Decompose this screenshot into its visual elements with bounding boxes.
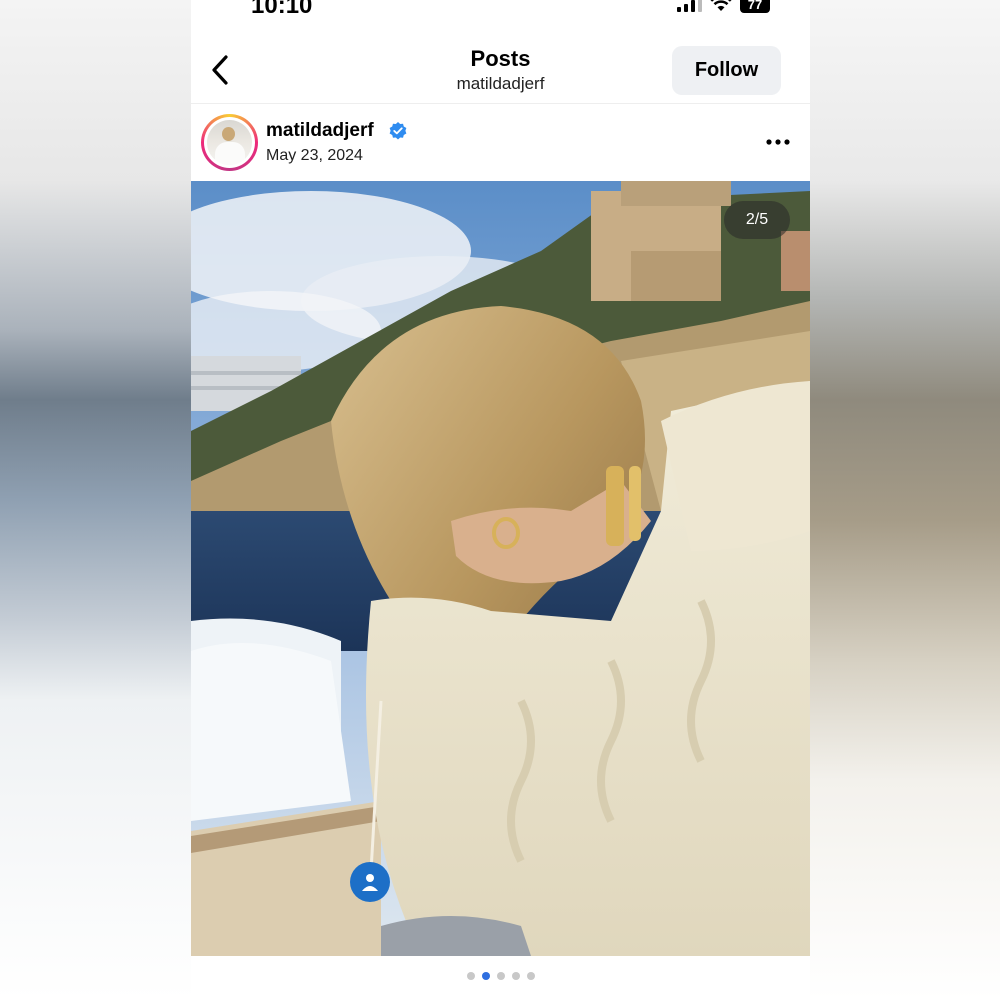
blurred-background-left <box>0 0 191 1000</box>
blurred-background-right <box>810 0 1000 1000</box>
slide-counter: 2/5 <box>724 201 790 239</box>
carousel-dot <box>512 972 520 980</box>
avatar-story-ring[interactable] <box>201 114 258 171</box>
photo-illustration <box>191 181 810 956</box>
post-username[interactable]: matildadjerf <box>266 120 374 142</box>
header-divider <box>191 103 810 104</box>
phone-screen: 10:10 77 Posts matildadjerf Follow matil… <box>191 0 810 1000</box>
carousel-dot <box>527 972 535 980</box>
battery-icon: 77 <box>740 0 770 13</box>
verified-badge-icon <box>389 122 407 140</box>
avatar <box>207 120 252 165</box>
carousel-dot <box>467 972 475 980</box>
status-icons: 77 <box>677 0 770 16</box>
carousel-indicator <box>467 972 535 980</box>
person-tag-icon <box>362 874 378 891</box>
post-date: May 23, 2024 <box>266 147 363 164</box>
signal-icon <box>677 0 702 12</box>
follow-button[interactable]: Follow <box>672 46 781 95</box>
wifi-icon <box>710 0 732 11</box>
status-time: 10:10 <box>251 0 313 19</box>
post-photo[interactable] <box>191 181 810 956</box>
carousel-dot-active <box>482 972 490 980</box>
more-options-button[interactable] <box>765 130 791 154</box>
carousel-dot <box>497 972 505 980</box>
tagged-people-button[interactable] <box>350 862 390 902</box>
ellipsis-icon <box>766 139 790 145</box>
